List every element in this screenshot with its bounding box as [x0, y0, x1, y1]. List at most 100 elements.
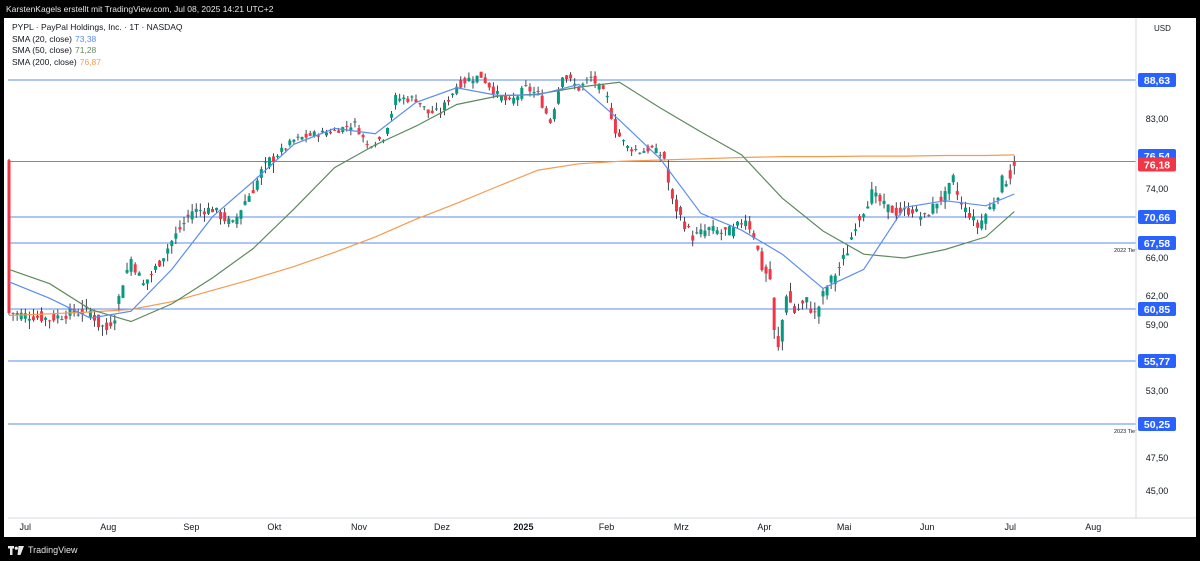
- candle-body: [788, 291, 792, 303]
- candle: [190, 204, 194, 224]
- candle-body: [284, 148, 288, 150]
- candle: [48, 319, 52, 329]
- candle: [121, 284, 125, 299]
- candle-body: [801, 300, 805, 304]
- level-note: 2023 Tief: [1114, 429, 1137, 435]
- candle: [866, 201, 870, 209]
- candle-body: [149, 273, 153, 275]
- candle: [707, 226, 711, 236]
- level-note: 2022 Tief: [1114, 248, 1137, 254]
- candle-body: [125, 269, 129, 273]
- candle: [565, 74, 569, 83]
- candle-body: [129, 259, 133, 272]
- candle-body: [695, 232, 699, 234]
- candle-body: [31, 316, 35, 321]
- candle-body: [906, 208, 910, 215]
- candle-body: [121, 285, 125, 298]
- candle-body: [227, 218, 231, 225]
- candle: [793, 303, 797, 315]
- legend-sma200: SMA (200, close) 76,87: [12, 57, 183, 69]
- price-tick-label: 45,00: [1146, 486, 1169, 496]
- candle: [145, 279, 149, 291]
- candle-body: [821, 291, 825, 297]
- candle: [674, 194, 678, 219]
- candle-body: [361, 134, 365, 138]
- candle-body: [650, 145, 654, 148]
- candle: [141, 279, 145, 286]
- time-tick-label: Dez: [434, 522, 451, 532]
- candle-body: [320, 130, 324, 133]
- candle-body: [601, 85, 605, 90]
- candle-body: [723, 227, 727, 230]
- candle: [31, 308, 35, 322]
- candle: [772, 297, 776, 339]
- candle: [365, 140, 369, 149]
- candle: [455, 83, 459, 96]
- candle: [609, 102, 613, 120]
- candle-body: [390, 113, 394, 118]
- candle: [1004, 180, 1008, 188]
- candle-body: [426, 109, 430, 114]
- candle: [402, 94, 406, 105]
- candle: [125, 262, 129, 275]
- candle-body: [1004, 184, 1008, 187]
- candle-body: [483, 77, 487, 83]
- candle-body: [589, 76, 593, 78]
- candle: [239, 209, 243, 225]
- candle-body: [190, 211, 194, 220]
- candle-body: [955, 191, 959, 195]
- candle-body: [947, 182, 951, 194]
- legend-sma50: SMA (50, close) 71,28: [12, 45, 183, 57]
- candle: [760, 247, 764, 272]
- candle: [968, 207, 972, 220]
- candle-body: [776, 336, 780, 348]
- candle: [178, 220, 182, 233]
- candle-body: [386, 128, 390, 134]
- candle: [756, 245, 760, 252]
- candle: [862, 213, 866, 222]
- price-axis: USD88,6370,6667,5860,8555,7750,2576,5476…: [1135, 18, 1176, 518]
- candle: [740, 219, 744, 229]
- candle-body: [166, 248, 170, 254]
- candle-body: [837, 267, 841, 269]
- candle-body: [532, 91, 536, 94]
- level-badge-label: 88,63: [1144, 75, 1170, 87]
- candle-body: [40, 311, 44, 321]
- candle: [194, 203, 198, 218]
- candle-body: [939, 196, 943, 201]
- price-chart[interactable]: 2022 Tief 2023 Tief USD 88,63 70,66 67,58 60,…: [4, 18, 1196, 537]
- candle-body: [593, 75, 597, 84]
- candle: [618, 129, 621, 137]
- candle: [7, 158, 11, 315]
- candle: [951, 173, 955, 186]
- candle-body: [556, 91, 560, 104]
- candle-body: [540, 95, 544, 108]
- price-tick-label: 83,00: [1146, 114, 1169, 124]
- candle: [524, 80, 528, 87]
- candle: [68, 303, 72, 320]
- candle: [101, 324, 105, 336]
- candle: [292, 139, 296, 144]
- candle-body: [276, 155, 280, 158]
- candle: [552, 107, 556, 122]
- candle: [915, 206, 919, 213]
- candle: [105, 318, 109, 335]
- candle-body: [715, 230, 719, 234]
- candle-body: [699, 229, 703, 235]
- candle-body: [972, 216, 976, 221]
- candle-body: [410, 96, 414, 98]
- price-tick-label: 53,00: [1146, 386, 1169, 396]
- candle-body: [377, 136, 381, 140]
- candle-body: [760, 251, 764, 271]
- candle-body: [11, 313, 15, 315]
- candle-body: [951, 175, 955, 183]
- candle-body: [911, 209, 915, 214]
- price-tick-label: 66,00: [1146, 253, 1169, 263]
- candle: [939, 190, 943, 206]
- candle-body: [402, 97, 406, 100]
- candle: [703, 224, 707, 239]
- candle-body: [487, 82, 491, 88]
- chart-canvas[interactable]: 2022 Tief 2023 Tief USD 88,63 70,66 67,58 60,…: [4, 18, 1196, 537]
- candle: [870, 181, 874, 206]
- candle-body: [923, 213, 927, 215]
